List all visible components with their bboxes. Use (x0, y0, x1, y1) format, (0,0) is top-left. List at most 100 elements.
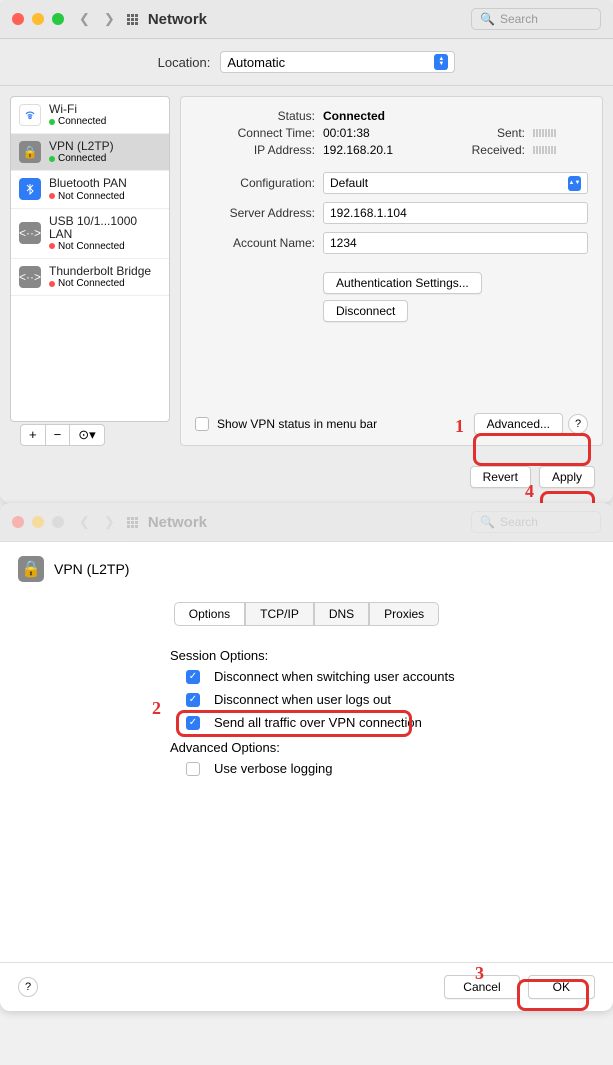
traffic-lights (12, 516, 64, 528)
sidebar-item-label: VPN (L2TP) (49, 140, 114, 153)
show-vpn-status-checkbox[interactable] (195, 417, 209, 431)
server-address-label: Server Address: (195, 206, 315, 220)
back-button[interactable]: ❮ (79, 11, 90, 27)
annotation-2: 2 (152, 698, 161, 719)
status-dot-icon (49, 243, 55, 249)
apply-button[interactable]: Apply (539, 466, 595, 488)
show-all-icon (127, 517, 138, 528)
bluetooth-icon (19, 178, 41, 200)
location-value: Automatic (227, 55, 285, 70)
disconnect-button[interactable]: Disconnect (323, 300, 408, 322)
search-box[interactable]: 🔍 Search (471, 8, 601, 30)
configuration-row: Configuration: Default ▲▼ (195, 172, 588, 194)
close-window-button[interactable] (12, 13, 24, 25)
ethernet-icon: <··> (19, 266, 41, 288)
advanced-button[interactable]: Advanced... (474, 413, 563, 435)
location-label: Location: (158, 55, 211, 70)
service-options-button[interactable]: ⊙▾ (70, 425, 103, 445)
account-name-label: Account Name: (195, 236, 315, 250)
remove-service-button[interactable]: − (46, 425, 71, 445)
network-services-sidebar: Wi-Fi Connected 🔒 VPN (L2TP) Connected (10, 96, 170, 422)
maximize-window-button[interactable] (52, 516, 64, 528)
checkbox[interactable]: ✓ (186, 693, 200, 707)
session-options-label: Session Options: (170, 648, 613, 663)
connect-time-label: Connect Time: (195, 126, 315, 140)
window-title: Network (148, 514, 207, 531)
sidebar-item-bluetooth[interactable]: Bluetooth PAN Not Connected (11, 171, 169, 208)
show-all-icon[interactable] (127, 14, 138, 25)
annotation-box-ok (517, 979, 589, 1011)
tab-tcpip[interactable]: TCP/IP (245, 602, 314, 626)
received-label: Received: (465, 143, 525, 157)
tab-options[interactable]: Options (174, 602, 245, 626)
status-dot-icon (49, 119, 55, 125)
ip-value: 192.168.20.1 (323, 143, 457, 157)
status-value: Connected (323, 109, 457, 123)
vpn-header: 🔒 VPN (L2TP) (0, 542, 613, 596)
lock-icon: 🔒 (18, 556, 44, 582)
maximize-window-button[interactable] (52, 13, 64, 25)
status-grid: Status: Connected Connect Time: 00:01:38… (195, 109, 588, 157)
back-button: ❮ (79, 514, 90, 530)
search-box: 🔍 Search (471, 511, 601, 533)
main-content: Wi-Fi Connected 🔒 VPN (L2TP) Connected (0, 86, 613, 456)
sidebar-item-vpn[interactable]: 🔒 VPN (L2TP) Connected (11, 134, 169, 171)
menu-bar-row: Show VPN status in menu bar Advanced... … (195, 413, 588, 435)
forward-button: ❯ (104, 514, 115, 530)
annotation-1: 1 (455, 416, 464, 437)
add-service-button[interactable]: + (21, 425, 46, 445)
annotation-box-sendall (176, 710, 412, 737)
wifi-icon (19, 104, 41, 126)
checkbox[interactable] (186, 762, 200, 776)
close-window-button[interactable] (12, 516, 24, 528)
minimize-window-button[interactable] (32, 516, 44, 528)
checkbox[interactable]: ✓ (186, 670, 200, 684)
option-disconnect-switching: ✓ Disconnect when switching user account… (186, 669, 613, 684)
tabs: Options TCP/IP DNS Proxies (0, 596, 613, 632)
annotation-3: 3 (475, 963, 484, 984)
detail-panel: Status: Connected Connect Time: 00:01:38… (180, 96, 603, 446)
titlebar: ❮ ❯ Network 🔍 Search (0, 503, 613, 542)
server-address-row: Server Address: (195, 202, 588, 224)
search-icon: 🔍 (480, 515, 495, 529)
server-address-input[interactable] (323, 202, 588, 224)
account-name-row: Account Name: (195, 232, 588, 254)
configuration-select[interactable]: Default ▲▼ (323, 172, 588, 194)
nav-arrows: ❮ ❯ (79, 514, 115, 530)
auth-settings-button[interactable]: Authentication Settings... (323, 272, 482, 294)
annotation-box-apply (540, 491, 595, 503)
sidebar-item-usb[interactable]: <··> USB 10/1...1000 LAN Not Connected (11, 209, 169, 259)
minimize-window-button[interactable] (32, 13, 44, 25)
advanced-options-label: Advanced Options: (170, 740, 613, 755)
annotation-4: 4 (525, 481, 534, 502)
location-select[interactable]: Automatic ▲▼ (220, 51, 455, 73)
tab-proxies[interactable]: Proxies (369, 602, 439, 626)
select-arrows-icon: ▲▼ (568, 176, 581, 191)
revert-button[interactable]: Revert (470, 466, 531, 488)
sidebar-item-label: Bluetooth PAN (49, 177, 127, 190)
help-button[interactable]: ? (18, 977, 38, 997)
option-label: Disconnect when switching user accounts (214, 669, 455, 684)
search-placeholder: Search (500, 12, 538, 26)
sidebar-item-thunderbolt[interactable]: <··> Thunderbolt Bridge Not Connected (11, 259, 169, 296)
select-arrows-icon: ▲▼ (434, 54, 448, 70)
option-label: Use verbose logging (214, 761, 333, 776)
status-dot-icon (49, 281, 55, 287)
sidebar-item-wifi[interactable]: Wi-Fi Connected (11, 97, 169, 134)
ip-label: IP Address: (195, 143, 315, 157)
sent-bars-icon (533, 129, 588, 137)
forward-button[interactable]: ❯ (104, 11, 115, 27)
traffic-lights (12, 13, 64, 25)
tab-dns[interactable]: DNS (314, 602, 369, 626)
option-label: Disconnect when user logs out (214, 692, 391, 707)
sidebar-item-label: Thunderbolt Bridge (49, 265, 151, 278)
status-dot-icon (49, 156, 55, 162)
status-label: Status: (195, 109, 315, 123)
configuration-label: Configuration: (195, 176, 315, 190)
lock-icon: 🔒 (19, 141, 41, 163)
account-name-input[interactable] (323, 232, 588, 254)
titlebar: ❮ ❯ Network 🔍 Search (0, 0, 613, 39)
help-button[interactable]: ? (568, 414, 588, 434)
nav-arrows: ❮ ❯ (79, 11, 115, 27)
option-verbose-logging: Use verbose logging (186, 761, 613, 776)
